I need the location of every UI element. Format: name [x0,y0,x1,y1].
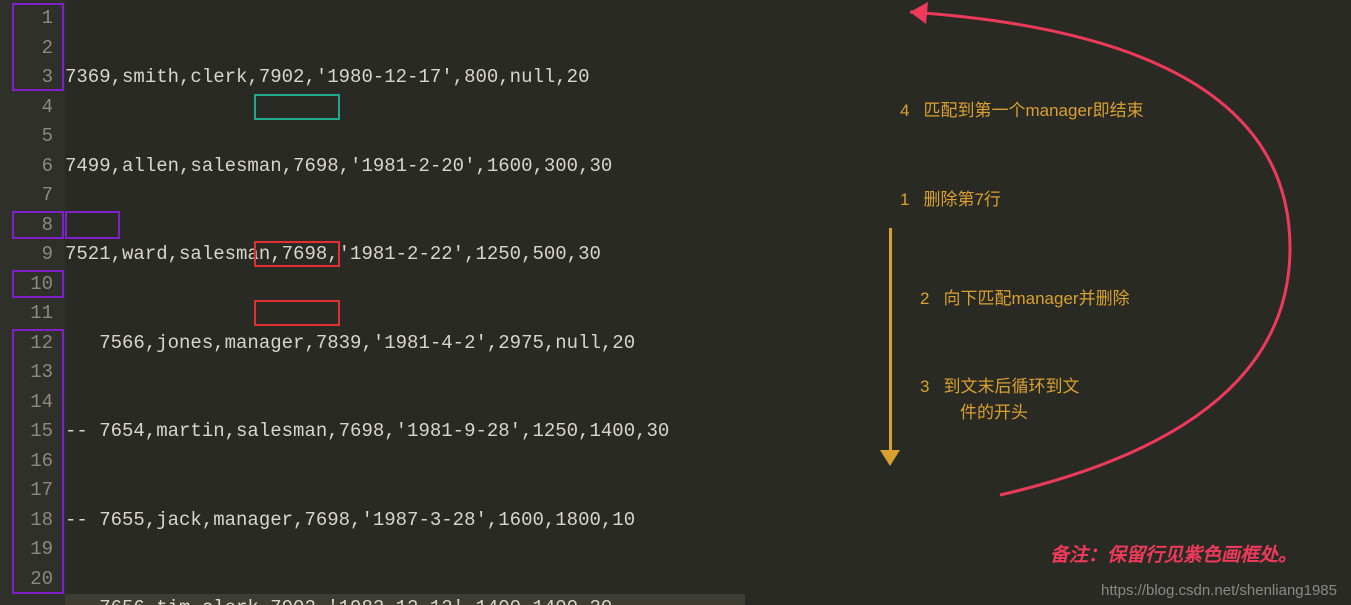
line-number: 3 [0,63,53,93]
line-number: 7 [0,181,53,211]
code-line: 7369,smith,clerk,7902,'1980-12-17',800,n… [65,63,745,93]
annotation-num: 1 [900,190,909,209]
code-editor: 1 2 3 4 5 6 7 8 9 10 11 12 13 14 15 16 1… [0,0,870,605]
arrow-down-head-icon [880,450,900,466]
code-line: 7499,allen,salesman,7698,'1981-2-20',160… [65,152,745,182]
annotation-num: 3 [920,377,929,396]
annotation-1: 1 删除第7行 [900,185,1001,210]
line-number: 9 [0,240,53,270]
line-number: 8 [0,211,53,241]
line-number: 14 [0,388,53,418]
code-area[interactable]: 7369,smith,clerk,7902,'1980-12-17',800,n… [65,0,745,605]
remark-text: 备注：保留行见紫色画框处。 [1050,540,1297,567]
line-number-gutter: 1 2 3 4 5 6 7 8 9 10 11 12 13 14 15 16 1… [0,0,65,605]
line-number: 6 [0,152,53,182]
code-line: 7566,jones,manager,7839,'1981-4-2',2975,… [65,329,745,359]
annotation-text: 匹配到第一个manager即结束 [923,101,1143,120]
watermark-url: https://blog.csdn.net/shenliang1985 [1101,582,1337,599]
annotation-text: 件的开头 [960,403,1028,422]
line-number: 18 [0,506,53,536]
annotation-2: 2 向下匹配manager并删除 [920,284,1130,309]
code-line-current: 7656,tim,clerk,7902,'1982-12-12',1400,14… [65,594,745,605]
line-number: 19 [0,535,53,565]
code-line: 7521,ward,salesman,7698,'1981-2-22',1250… [65,240,745,270]
code-line: -- 7655,jack,manager,7698,'1987-3-28',16… [65,506,745,536]
line-number: 5 [0,122,53,152]
code-text: 7656,tim,clerk,7902,'1982-12-12',1400,14… [65,597,612,605]
annotation-text: 向下匹配manager并删除 [943,289,1129,308]
annotation-num: 4 [900,101,909,120]
arrow-down-icon [889,228,892,456]
annotation-3b: 件的开头 [960,398,1028,423]
line-number: 13 [0,358,53,388]
line-number: 12 [0,329,53,359]
line-number: 20 [0,565,53,595]
line-number: 11 [0,299,53,329]
code-line: -- 7654,martin,salesman,7698,'1981-9-28'… [65,417,745,447]
line-number: 16 [0,447,53,477]
line-number: 1 [0,4,53,34]
line-number: 4 [0,93,53,123]
line-number: 2 [0,34,53,64]
line-number: 10 [0,270,53,300]
annotation-4: 4 匹配到第一个manager即结束 [900,96,1144,121]
line-number: 17 [0,476,53,506]
red-curve-arrow-icon [870,0,1320,528]
annotation-num: 2 [920,289,929,308]
annotation-text: 到文末后循环到文 [943,377,1079,396]
annotation-text: 删除第7行 [923,190,1000,209]
annotation-3: 3 到文末后循环到文 [920,372,1079,397]
line-number: 15 [0,417,53,447]
